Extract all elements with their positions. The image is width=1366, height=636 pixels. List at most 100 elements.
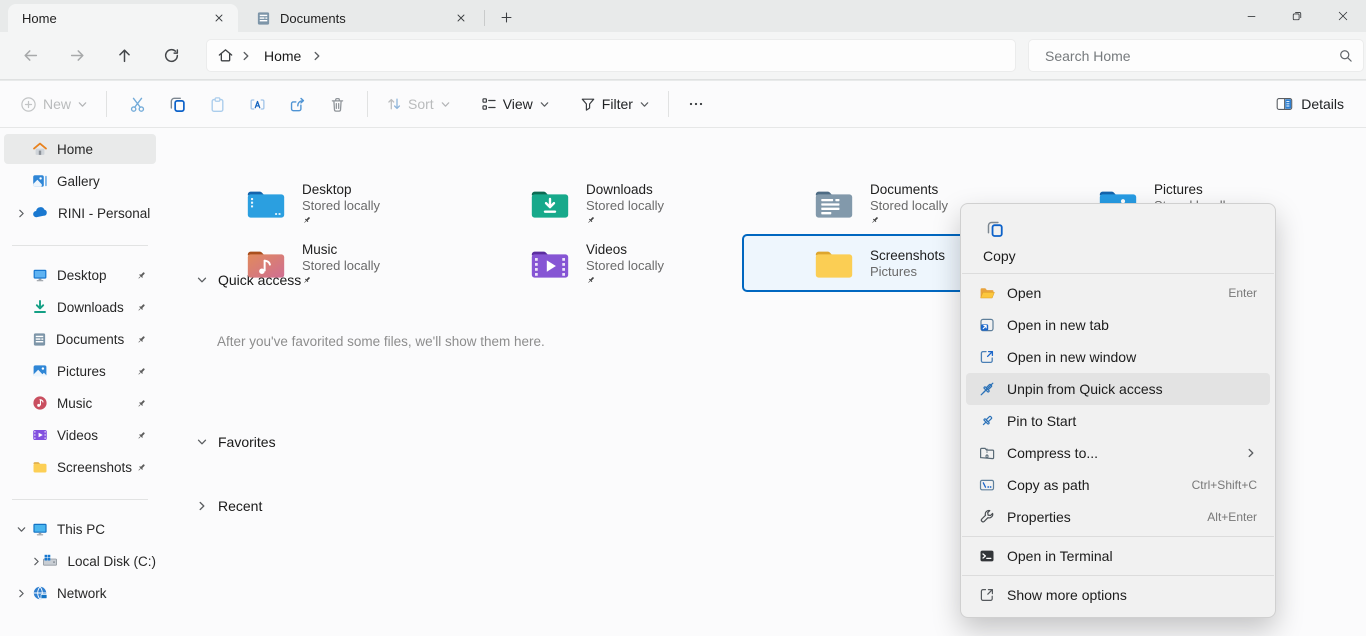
plus-icon — [500, 11, 513, 24]
share-button[interactable] — [277, 87, 317, 121]
new-tab-button[interactable] — [493, 5, 519, 29]
menu-item-copy-as-path[interactable]: Copy as path Ctrl+Shift+C — [966, 469, 1270, 501]
copy-button[interactable] — [157, 87, 197, 121]
search-input[interactable] — [1043, 47, 1338, 65]
sidebar-item-this-pc[interactable]: This PC — [4, 514, 156, 544]
details-pane-icon — [1276, 96, 1293, 112]
filter-button[interactable]: Filter — [572, 90, 658, 118]
sidebar-item-screenshots[interactable]: Screenshots — [4, 452, 156, 482]
search-box[interactable] — [1028, 39, 1364, 72]
menu-item-open-in-new-window[interactable]: Open in new window — [966, 341, 1270, 373]
more-options-button[interactable] — [679, 87, 713, 121]
sidebar-item-pictures[interactable]: Pictures — [4, 356, 156, 386]
delete-button[interactable] — [317, 87, 357, 121]
sort-button[interactable]: Sort — [378, 90, 459, 118]
sidebar-item-label: Network — [57, 586, 156, 601]
back-arrow-icon — [22, 47, 39, 64]
tile-videos[interactable]: Videos Stored locally — [458, 234, 758, 292]
new-button[interactable]: New — [12, 90, 96, 119]
submenu-chevron-icon — [1245, 447, 1257, 459]
chevron-right-icon — [196, 500, 208, 512]
sidebar-item-music[interactable]: Music — [4, 388, 156, 418]
minimize-button[interactable] — [1228, 0, 1274, 32]
refresh-button[interactable] — [154, 39, 188, 73]
forward-button[interactable] — [60, 39, 94, 73]
menu-item-show-more-options[interactable]: Show more options — [966, 579, 1270, 611]
tab-home-close-button[interactable] — [208, 7, 230, 29]
share-icon — [289, 96, 306, 113]
menu-item-unpin-from-quick-access[interactable]: Unpin from Quick access — [966, 373, 1270, 405]
menu-item-open[interactable]: Open Enter — [966, 277, 1270, 309]
rename-button[interactable] — [237, 87, 277, 121]
address-bar[interactable]: Home — [206, 39, 1016, 72]
close-window-button[interactable] — [1320, 0, 1366, 32]
favorites-section-header[interactable]: Favorites — [196, 434, 276, 450]
breadcrumb-chevron-icon[interactable] — [311, 50, 323, 62]
minimize-icon — [1246, 11, 1257, 22]
expand-chevron-icon[interactable] — [10, 205, 32, 221]
menu-item-properties[interactable]: Properties Alt+Enter — [966, 501, 1270, 533]
section-title: Favorites — [218, 434, 276, 450]
menu-item-pin-to-start[interactable]: Pin to Start — [966, 405, 1270, 437]
sidebar-item-label: Desktop — [57, 268, 136, 283]
paste-button[interactable] — [197, 87, 237, 121]
folder-icon — [32, 459, 48, 475]
sidebar-item-local-disk-c[interactable]: Local Disk (C:) — [4, 546, 156, 576]
menu-item-open-in-terminal[interactable]: Open in Terminal — [966, 540, 1270, 572]
sidebar-item-home[interactable]: Home — [4, 134, 156, 164]
menu-item-compress-to[interactable]: Compress to... — [966, 437, 1270, 469]
title-bar: Home Documents — [0, 0, 1366, 32]
new-button-label: New — [43, 96, 71, 112]
search-icon[interactable] — [1338, 48, 1353, 63]
tile-downloads[interactable]: Downloads Stored locally — [458, 174, 758, 232]
view-icon — [481, 96, 497, 112]
desktop-icon — [32, 267, 48, 283]
collapse-chevron-icon[interactable] — [10, 521, 32, 537]
details-pane-button[interactable]: Details — [1268, 90, 1352, 118]
menu-item-open-in-new-tab[interactable]: Open in new tab — [966, 309, 1270, 341]
tile-name: Desktop — [302, 182, 380, 198]
documents-tab-icon — [256, 11, 271, 26]
sidebar-item-downloads[interactable]: Downloads — [4, 292, 156, 322]
close-icon — [455, 12, 467, 24]
sidebar-item-videos[interactable]: Videos — [4, 420, 156, 450]
tile-subtitle: Stored locally — [586, 258, 664, 273]
sidebar-item-desktop[interactable]: Desktop — [4, 260, 156, 290]
expand-chevron-icon[interactable] — [10, 585, 32, 601]
sidebar-item-network[interactable]: Network — [4, 578, 156, 608]
view-button[interactable]: View — [473, 90, 558, 118]
copy-button-label: Copy — [983, 248, 1275, 264]
sidebar-item-label: Home — [57, 142, 156, 157]
gallery-icon — [32, 173, 48, 189]
sidebar-item-label: This PC — [57, 522, 156, 537]
expand-chevron-icon[interactable] — [30, 553, 42, 569]
tab-documents-close-button[interactable] — [450, 7, 472, 29]
breadcrumb-chevron-icon — [240, 50, 252, 62]
rename-icon — [249, 96, 266, 113]
tile-music[interactable]: Music Stored locally — [174, 234, 474, 292]
tile-desktop[interactable]: Desktop Stored locally — [174, 174, 474, 232]
tab-divider — [484, 10, 485, 26]
restore-icon — [1291, 10, 1303, 22]
open-new-tab-icon — [979, 317, 995, 333]
videos-icon — [32, 427, 48, 443]
toolbar-divider — [668, 91, 669, 117]
cut-button[interactable] — [117, 87, 157, 121]
restore-button[interactable] — [1274, 0, 1320, 32]
tab-home[interactable]: Home — [8, 4, 238, 32]
sidebar-item-onedrive[interactable]: RINI - Personal — [4, 198, 156, 228]
pin-icon — [136, 366, 147, 377]
up-button[interactable] — [107, 39, 141, 73]
breadcrumb-home-segment[interactable]: Home — [264, 48, 301, 64]
copy-button[interactable] — [983, 219, 1007, 239]
terminal-icon — [979, 548, 995, 564]
sidebar-item-label: RINI - Personal — [58, 206, 156, 221]
tab-documents[interactable]: Documents — [242, 4, 480, 32]
chevron-down-icon — [440, 99, 451, 110]
back-button[interactable] — [13, 39, 47, 73]
sidebar-item-gallery[interactable]: Gallery — [4, 166, 156, 196]
sidebar-item-documents[interactable]: Documents — [4, 324, 156, 354]
recent-section-header[interactable]: Recent — [196, 498, 262, 514]
pin-icon — [136, 398, 147, 409]
sidebar-item-label: Downloads — [57, 300, 136, 315]
